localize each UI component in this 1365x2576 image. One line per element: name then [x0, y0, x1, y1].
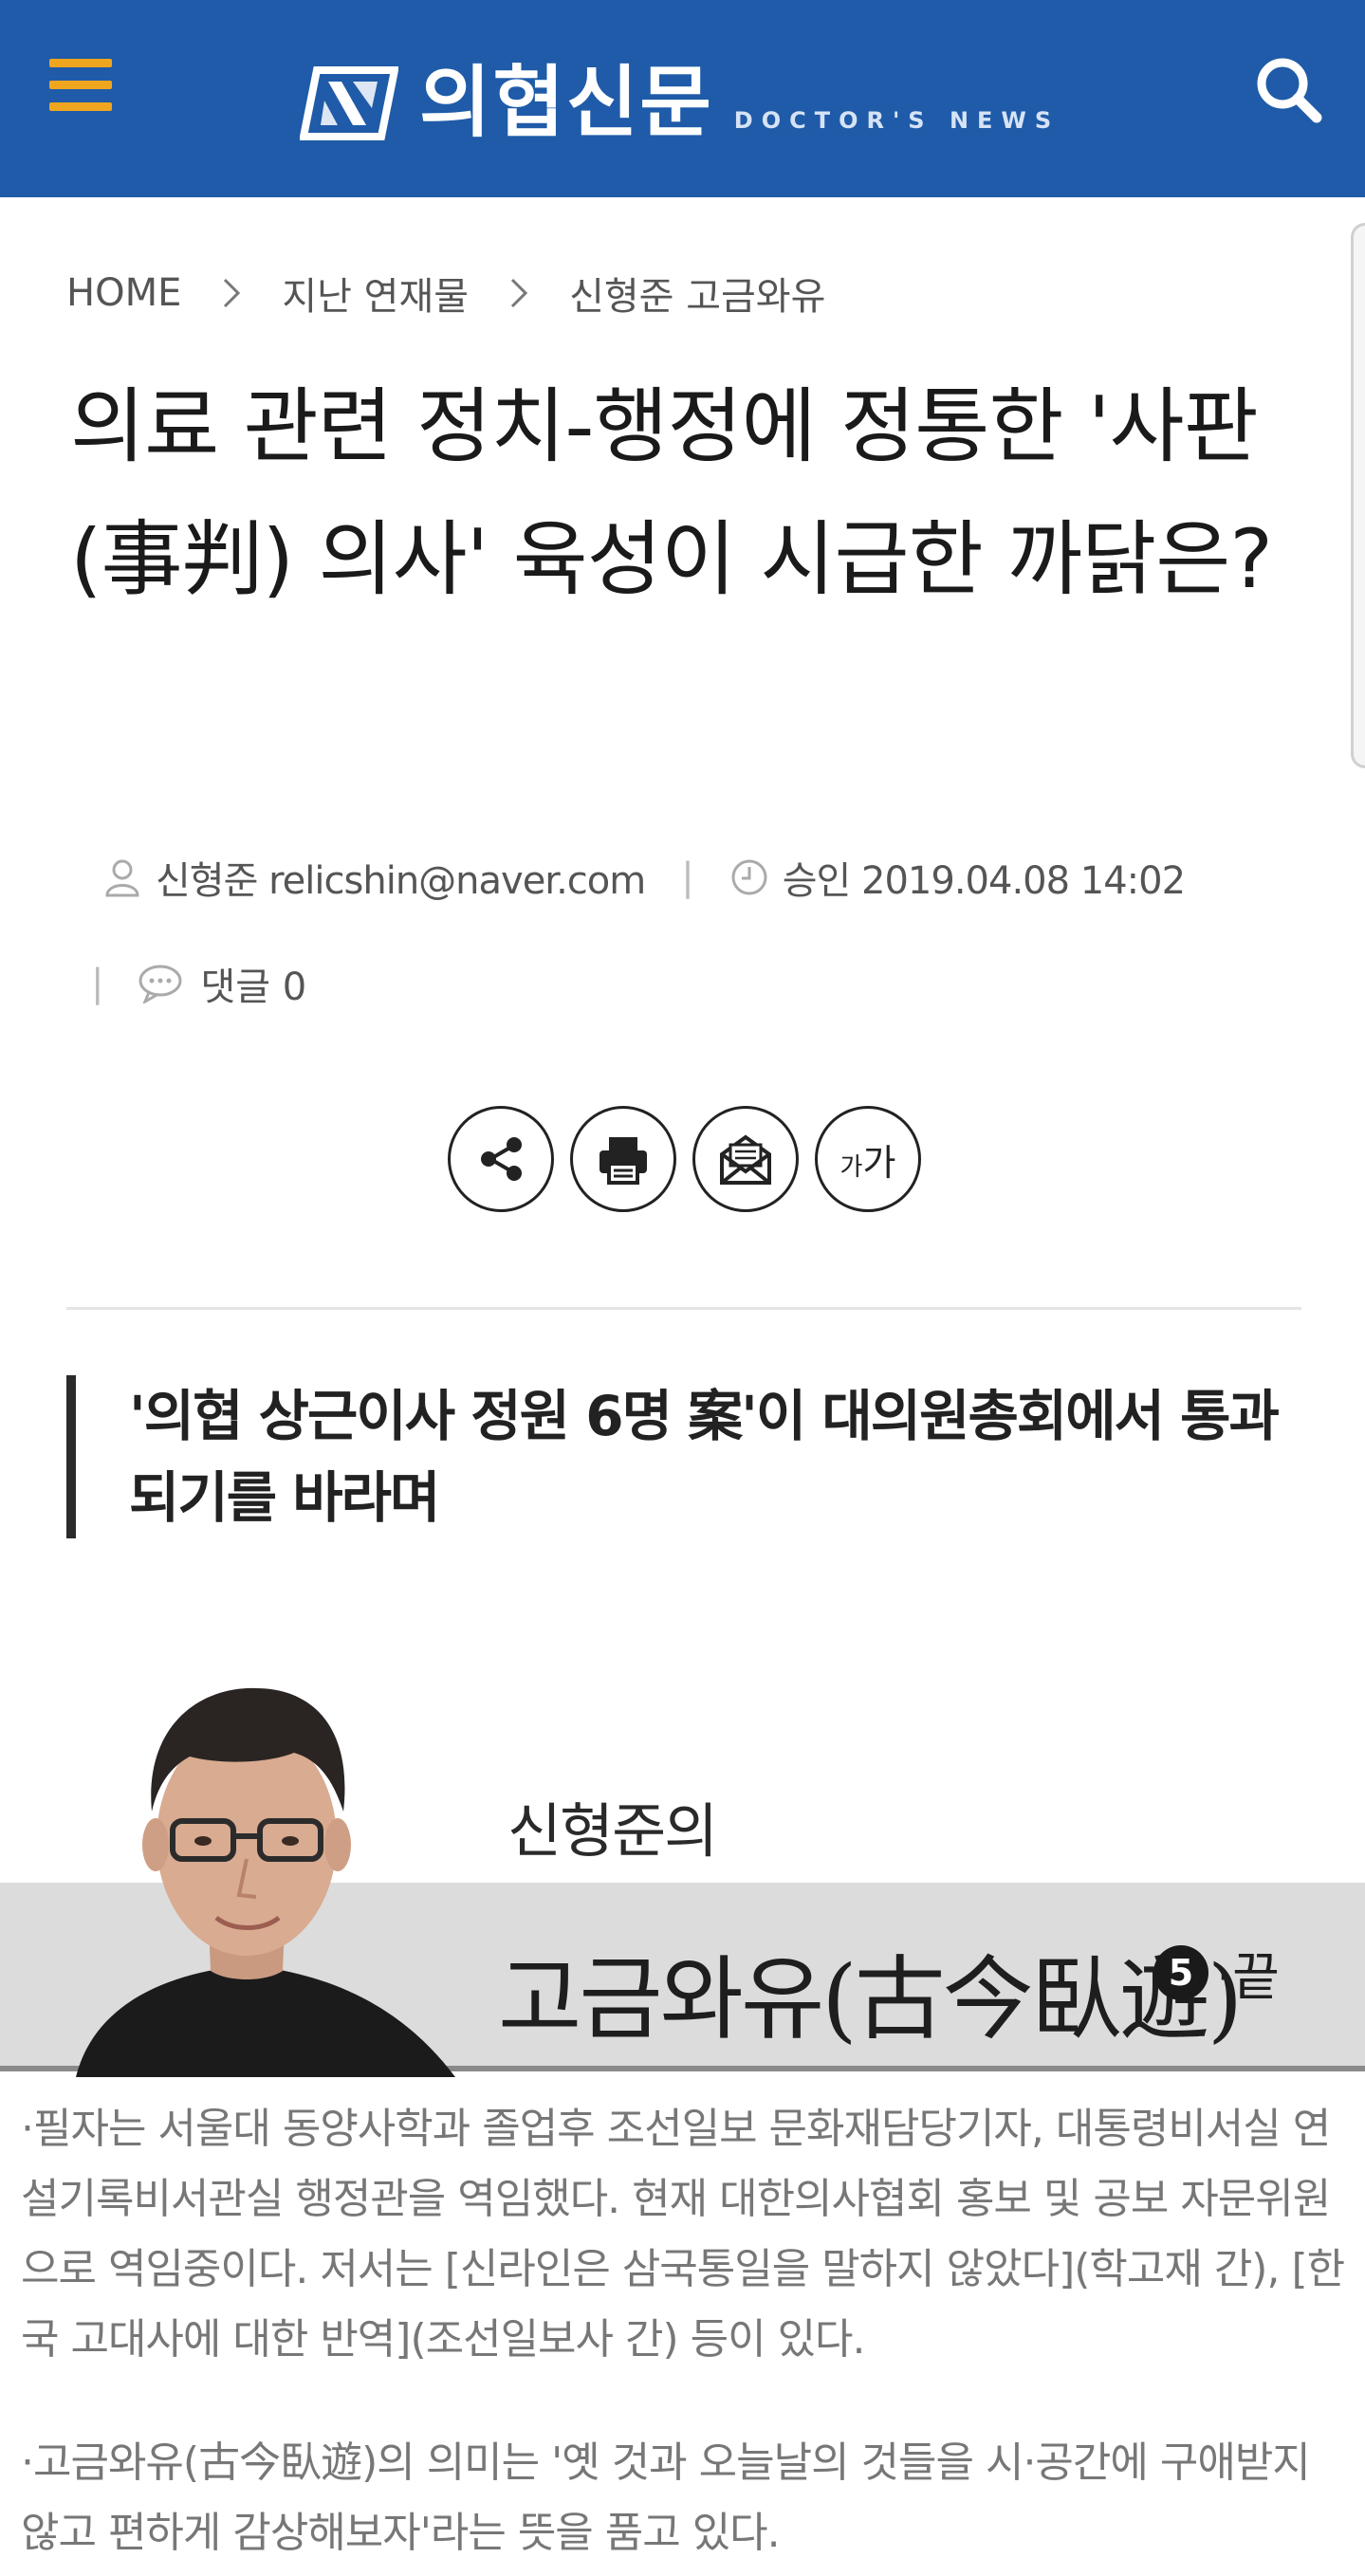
breadcrumb: HOME 지난 연재물 신형준 고금와유 [66, 266, 825, 321]
site-logo[interactable]: 의협신문 DOCTOR'S NEWS [300, 61, 1060, 146]
author-portrait [76, 1687, 455, 2077]
print-button[interactable] [570, 1106, 676, 1212]
hamburger-menu-icon[interactable] [49, 59, 112, 112]
chevron-right-icon [511, 278, 528, 308]
article-author[interactable]: 신형준 relicshin@naver.com [156, 850, 646, 905]
episode-number: 5 [1153, 1944, 1208, 2000]
share-icon [481, 1137, 522, 1181]
search-icon[interactable] [1252, 53, 1324, 125]
font-size-icon: 가가 [840, 1133, 896, 1186]
font-small-label: 가 [839, 1152, 863, 1182]
banner-author-name: 신형준의 [507, 1796, 718, 1866]
breadcrumb-home[interactable]: HOME [66, 271, 181, 315]
column-banner-image: 신형준의 고금와유(古今臥遊) 5 ·끝 [0, 1650, 1365, 2077]
email-icon [720, 1134, 771, 1185]
user-icon [105, 859, 139, 897]
banner-episode-badge: 5 ·끝 [1153, 1935, 1280, 2010]
article-title: 의료 관련 정치-행정에 정통한 '사판(事判) 의사' 육성이 시급한 까닭은… [70, 379, 1273, 607]
breadcrumb-section[interactable]: 지난 연재물 [282, 266, 469, 321]
scroll-indicator[interactable] [1351, 223, 1365, 768]
article-meta-comments: | 댓글 0 [91, 950, 306, 1017]
brand-subtitle: DOCTOR'S NEWS [733, 107, 1061, 134]
brand-name: 의협신문 [419, 58, 713, 148]
comment-count[interactable]: 댓글 0 [200, 956, 306, 1011]
banner-series-title: 고금와유(古今臥遊) [498, 1946, 1243, 2052]
comment-icon [138, 965, 182, 1003]
article-meta: 신형준 relicshin@naver.com | 승인 2019.04.08 … [102, 844, 1186, 911]
series-meaning-note: ·고금와유(古今臥遊)의 의미는 '옛 것과 오늘날의 것들을 시·공간에 구애… [21, 2438, 1311, 2557]
top-header: 의협신문 DOCTOR'S NEWS [0, 0, 1365, 197]
logo-mark-icon [300, 66, 398, 140]
chevron-right-icon [224, 278, 241, 308]
meta-divider: | [681, 856, 694, 899]
font-large-label: 가 [862, 1141, 896, 1184]
clock-icon [731, 859, 767, 895]
author-bio-note: ·필자는 서울대 동양사학과 졸업후 조선일보 문화재담당기자, 대통령비서실 … [21, 2105, 1345, 2364]
font-size-button[interactable]: 가가 [815, 1106, 921, 1212]
breadcrumb-series[interactable]: 신형준 고금와유 [569, 266, 825, 321]
print-icon [599, 1137, 647, 1185]
episode-suffix: ·끝 [1216, 1947, 1280, 2007]
article-tools: 가가 [448, 1106, 937, 1212]
share-button[interactable] [448, 1106, 554, 1212]
article-subtitle: '의협 상근이사 정원 6명 案'이 대의원총회에서 통과되기를 바라며 [66, 1375, 1319, 1538]
article-approved-date: 승인 2019.04.08 14:02 [782, 859, 1186, 903]
section-divider [66, 1307, 1301, 1310]
email-button[interactable] [692, 1106, 799, 1212]
meta-divider: | [91, 962, 104, 1005]
